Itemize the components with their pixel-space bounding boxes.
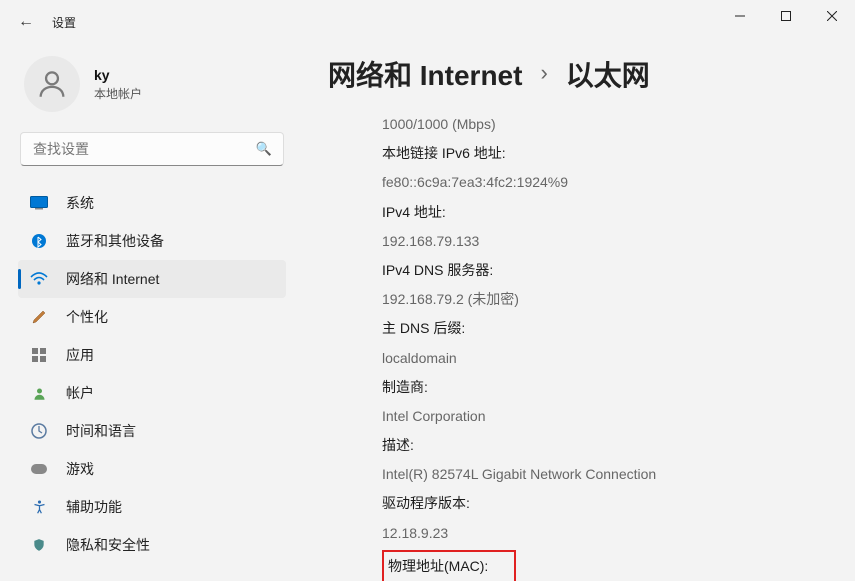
nav-label: 隐私和安全性	[66, 535, 150, 555]
content-area: 网络和 Internet › 以太网 1000/1000 (Mbps) 本地链接…	[300, 44, 855, 581]
minimize-button[interactable]	[717, 0, 763, 32]
nav-item-accounts[interactable]: 帐户	[18, 374, 286, 412]
breadcrumb: 网络和 Internet › 以太网	[328, 54, 825, 94]
ipv6-link-value: fe80::6c9a:7ea3:4fc2:1924%9	[382, 170, 825, 195]
avatar	[24, 56, 80, 112]
search-icon: 🔍	[256, 141, 272, 157]
user-name: ky	[94, 67, 142, 83]
nav-item-network[interactable]: 网络和 Internet	[18, 260, 286, 298]
driver-version-value: 12.18.9.23	[382, 521, 825, 546]
maximize-button[interactable]	[763, 0, 809, 32]
back-button[interactable]: ←	[18, 13, 34, 31]
close-button[interactable]	[809, 0, 855, 32]
dns-suffix-label: 主 DNS 后缀:	[382, 316, 825, 341]
wifi-icon	[28, 272, 50, 286]
nav-item-privacy[interactable]: 隐私和安全性	[18, 526, 286, 564]
breadcrumb-separator: ›	[540, 60, 547, 86]
bluetooth-icon	[28, 234, 50, 248]
nav-item-system[interactable]: 系统	[18, 184, 286, 222]
apps-icon	[28, 348, 50, 363]
breadcrumb-current: 以太网	[566, 54, 650, 94]
ipv4-dns-value: 192.168.79.2 (未加密)	[382, 287, 825, 312]
speed-value: 1000/1000 (Mbps)	[382, 112, 825, 137]
nav-item-accessibility[interactable]: 辅助功能	[18, 488, 286, 526]
person-icon	[28, 386, 50, 401]
description-label: 描述:	[382, 433, 825, 458]
nav-item-gaming[interactable]: 游戏	[18, 450, 286, 488]
manufacturer-label: 制造商:	[382, 375, 825, 400]
manufacturer-value: Intel Corporation	[382, 404, 825, 429]
ipv4-dns-label: IPv4 DNS 服务器:	[382, 258, 825, 283]
accessibility-icon	[28, 499, 50, 515]
mac-label: 物理地址(MAC):	[388, 554, 510, 579]
ipv4-value: 192.168.79.133	[382, 229, 825, 254]
gamepad-icon	[28, 463, 50, 475]
nav-item-apps[interactable]: 应用	[18, 336, 286, 374]
user-subtitle: 本地帐户	[94, 85, 142, 102]
nav-label: 时间和语言	[66, 421, 136, 441]
brush-icon	[28, 309, 50, 325]
window-title: 设置	[52, 14, 76, 31]
ipv6-link-label: 本地链接 IPv6 地址:	[382, 141, 825, 166]
nav-label: 辅助功能	[66, 497, 122, 517]
user-block[interactable]: ky 本地帐户	[18, 44, 286, 132]
nav-label: 个性化	[66, 307, 108, 327]
ipv4-label: IPv4 地址:	[382, 200, 825, 225]
nav-item-time-language[interactable]: 时间和语言	[18, 412, 286, 450]
nav-label: 蓝牙和其他设备	[66, 231, 164, 251]
nav-label: 系统	[66, 193, 94, 213]
search-input[interactable]	[20, 132, 284, 166]
nav-label: 应用	[66, 345, 94, 365]
shield-icon	[28, 537, 50, 553]
mac-highlight-box: 物理地址(MAC): 00-0C-29-04-AF-4F	[382, 550, 516, 581]
dns-suffix-value: localdomain	[382, 346, 825, 371]
clock-globe-icon	[28, 423, 50, 439]
nav-list: 系统 蓝牙和其他设备 网络和 Internet 个性化 应用 帐户	[18, 184, 286, 564]
nav-item-personalization[interactable]: 个性化	[18, 298, 286, 336]
nav-label: 网络和 Internet	[66, 269, 159, 289]
sidebar: ky 本地帐户 🔍 系统 蓝牙和其他设备 网络和 Internet	[0, 44, 300, 581]
nav-label: 游戏	[66, 459, 94, 479]
system-icon	[28, 196, 50, 210]
network-details: 1000/1000 (Mbps) 本地链接 IPv6 地址: fe80::6c9…	[328, 112, 825, 581]
driver-version-label: 驱动程序版本:	[382, 491, 825, 516]
nav-label: 帐户	[66, 383, 94, 403]
nav-item-bluetooth[interactable]: 蓝牙和其他设备	[18, 222, 286, 260]
breadcrumb-parent[interactable]: 网络和 Internet	[328, 54, 522, 94]
description-value: Intel(R) 82574L Gigabit Network Connecti…	[382, 462, 825, 487]
